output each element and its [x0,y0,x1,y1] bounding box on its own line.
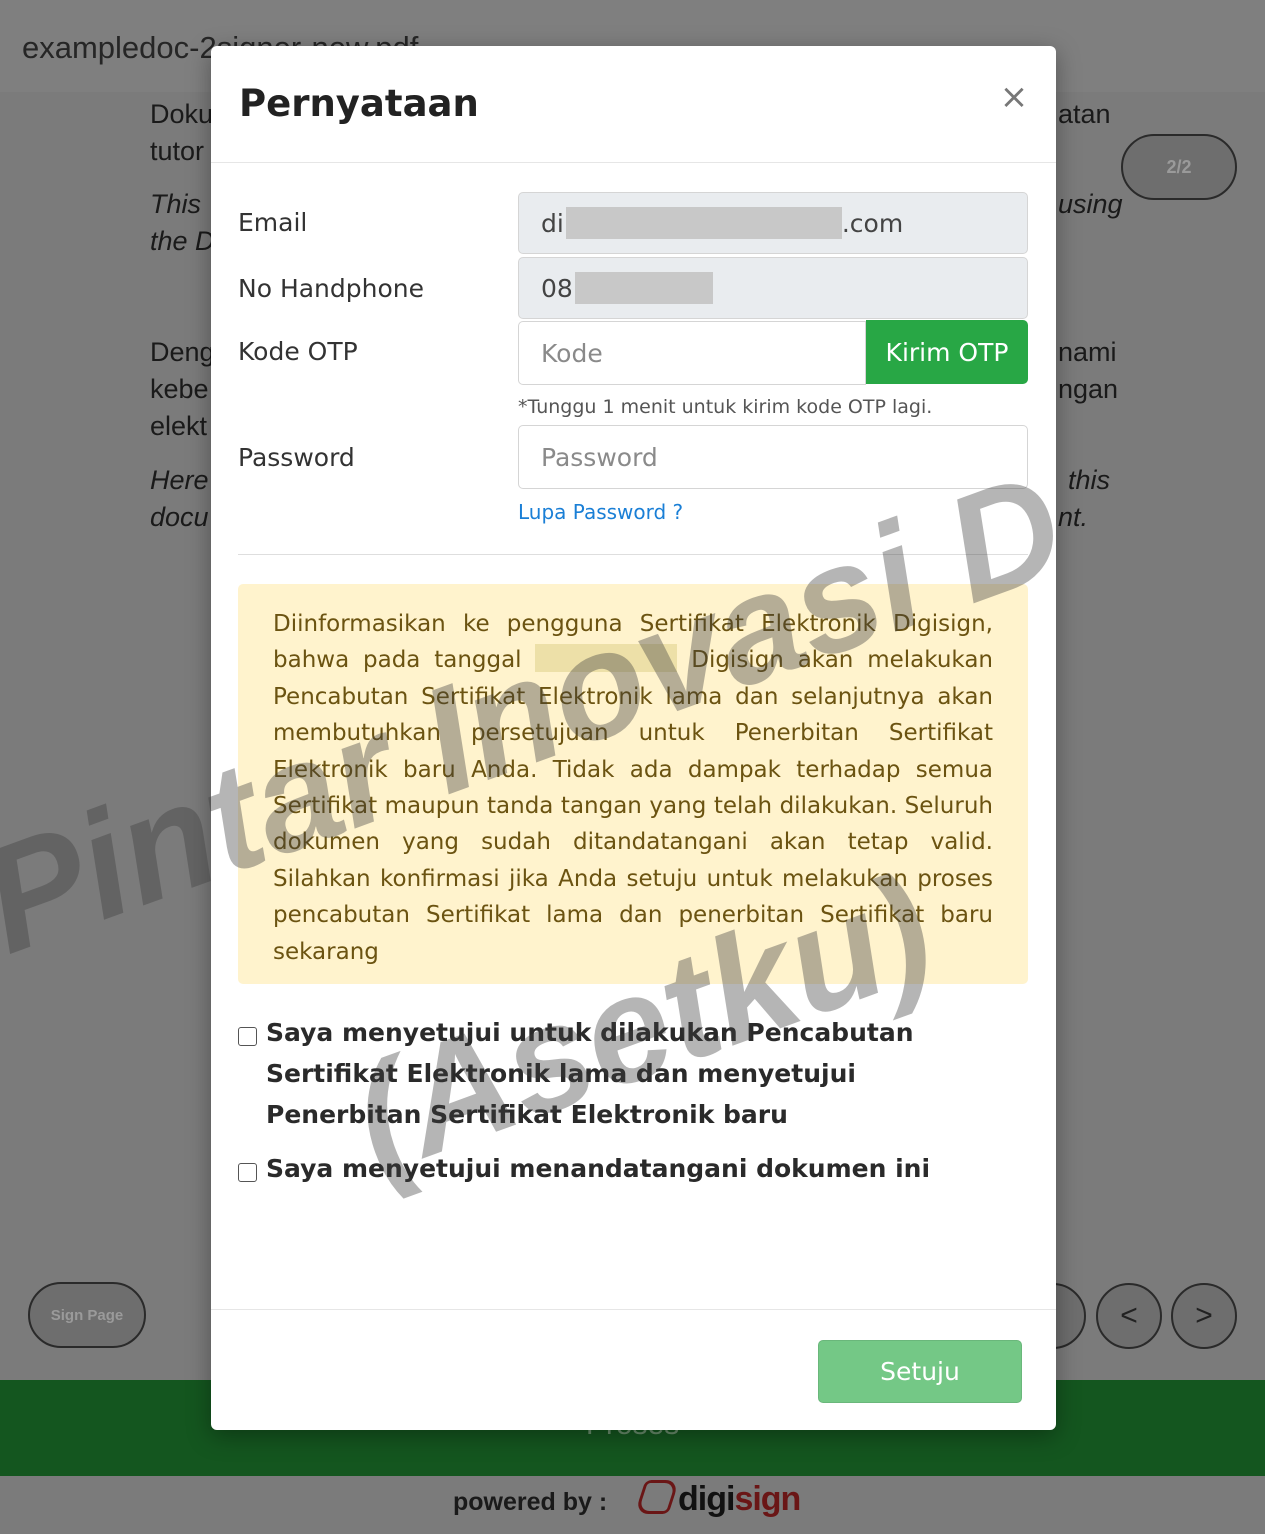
revoke-consent-checkbox[interactable] [238,1027,257,1046]
otp-hint: *Tunggu 1 menit untuk kirim kode OTP lag… [518,396,933,418]
email-label: Email [238,208,308,237]
document-text-fragment: docu [150,502,209,532]
document-text-fragment: Deng [150,337,215,367]
brand-prefix: digi [678,1480,735,1518]
document-text-fragment: atan [1058,99,1111,129]
digisign-logo-icon [634,1480,680,1514]
agree-button[interactable]: Setuju [818,1340,1022,1403]
otp-input[interactable] [541,338,865,368]
revoke-consent-label[interactable]: Saya menyetujui untuk dilakukan Pencabut… [266,1012,1016,1135]
forgot-password-link[interactable]: Lupa Password ? [518,500,683,524]
prev-page-button[interactable]: < [1096,1283,1162,1349]
send-otp-button[interactable]: Kirim OTP [866,320,1028,384]
powered-by-label: powered by : [453,1488,608,1516]
info-alert: Diinformasikan ke pengguna Sertifikat El… [238,584,1028,984]
redaction-mask [565,207,842,239]
close-icon[interactable]: × [999,80,1029,114]
document-text-fragment: Doku [150,99,214,129]
document-text-fragment: kebe [150,374,209,404]
email-value-prefix: di [541,208,564,238]
document-text-fragment: tutor [150,136,205,166]
document-text-fragment: nt. [1058,502,1089,532]
digisign-logo: digisign [634,1480,801,1519]
modal-header: Pernyataan × [211,46,1056,163]
phone-label: No Handphone [238,274,425,303]
sign-consent-checkbox[interactable] [238,1163,257,1182]
email-field: di .com [518,192,1028,254]
otp-input-wrapper [518,321,866,385]
divider [238,554,1028,555]
document-text-fragment: using [1058,189,1123,219]
sign-consent-label[interactable]: Saya menyetujui menandatangani dokumen i… [266,1148,930,1189]
sign-page-button[interactable]: Sign Page [28,1282,146,1348]
otp-label: Kode OTP [238,337,358,366]
document-text-fragment: This [150,189,202,219]
next-page-button[interactable]: > [1171,1283,1237,1349]
document-text-fragment: ngan [1058,374,1119,404]
password-label: Password [238,443,355,472]
document-text-fragment: Here [150,465,209,495]
revoke-consent-row[interactable]: Saya menyetujui untuk dilakukan Pencabut… [238,1018,1016,1135]
statement-modal: Pernyataan × Email di .com No Handphone 0… [211,46,1056,1430]
footer [0,1476,1265,1534]
alert-text-part: Digisign akan melakukan Pencabutan Serti… [273,647,994,965]
chevron-right-icon: > [1195,1299,1213,1332]
sign-consent-row[interactable]: Saya menyetujui menandatangani dokumen i… [238,1154,930,1189]
password-input-wrapper [518,425,1028,489]
modal-title: Pernyataan [239,82,479,125]
redaction-mask [574,272,713,304]
modal-footer-divider [211,1309,1056,1310]
page-counter: 2/2 [1121,134,1237,200]
document-text-fragment: elekt [150,411,208,441]
document-text-fragment: this [1068,465,1111,495]
brand-suffix: sign [734,1480,801,1518]
redaction-mask [535,644,678,673]
chevron-left-icon: < [1120,1299,1138,1332]
email-value-suffix: .com [841,208,904,238]
document-text-fragment: the D [150,226,215,256]
password-input[interactable] [541,442,1027,472]
phone-value-prefix: 08 [541,273,573,303]
alert-text: Diinformasikan ke pengguna Sertifikat El… [273,606,993,970]
phone-field: 08 [518,257,1028,319]
document-text-fragment: nami [1058,337,1117,367]
